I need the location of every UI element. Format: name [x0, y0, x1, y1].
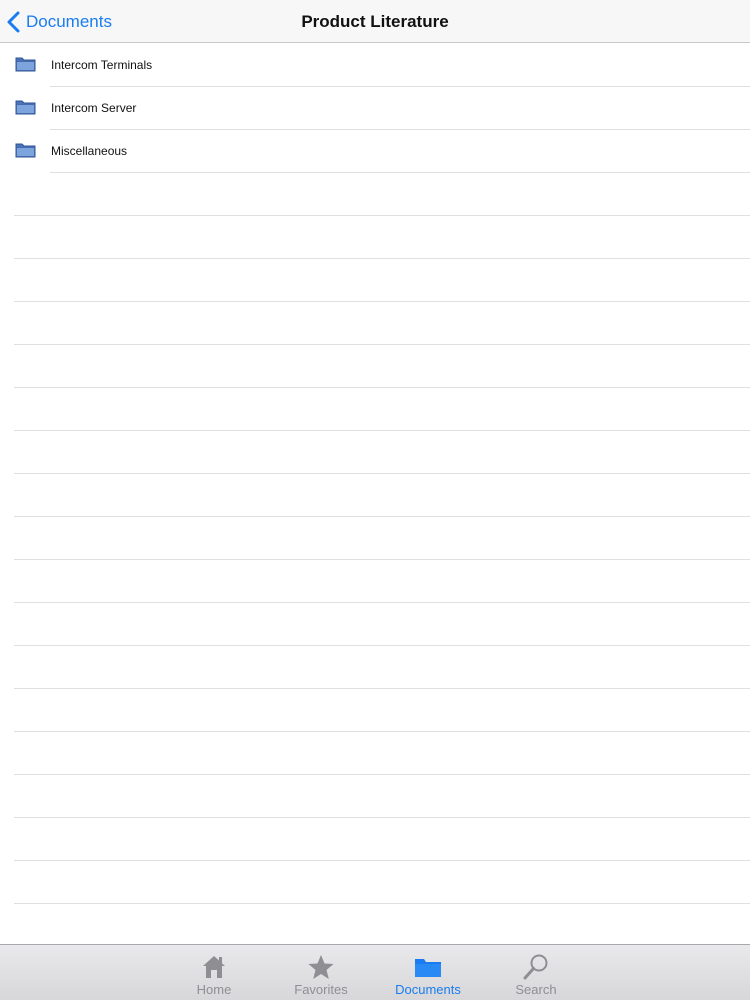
- empty-row: [0, 861, 750, 904]
- empty-row: [0, 474, 750, 517]
- empty-row: [0, 818, 750, 861]
- list-item-intercom-terminals[interactable]: Intercom Terminals: [0, 44, 750, 87]
- empty-row: [0, 302, 750, 345]
- list-item-intercom-server[interactable]: Intercom Server: [0, 87, 750, 130]
- empty-row: [0, 388, 750, 431]
- empty-row: [0, 259, 750, 302]
- tab-label: Documents: [395, 982, 461, 997]
- folder-icon: [415, 959, 441, 977]
- empty-row: [0, 216, 750, 259]
- list-item-label: Intercom Server: [51, 101, 137, 115]
- empty-row: [0, 431, 750, 474]
- folder-icon: [15, 57, 36, 72]
- tab-label: Favorites: [294, 982, 348, 997]
- folder-icon: [15, 100, 36, 115]
- empty-row: [0, 560, 750, 603]
- empty-row: [0, 345, 750, 388]
- tab-home[interactable]: Home: [164, 945, 264, 1000]
- empty-row: [0, 689, 750, 732]
- list-item-miscellaneous[interactable]: Miscellaneous: [0, 130, 750, 173]
- empty-row: [0, 173, 750, 216]
- tab-favorites[interactable]: Favorites: [271, 945, 371, 1000]
- empty-row: [0, 603, 750, 646]
- tab-label: Home: [196, 982, 232, 997]
- back-button-label: Documents: [26, 12, 112, 31]
- empty-row: [0, 732, 750, 775]
- chevron-left-icon: [7, 11, 20, 32]
- empty-row: [0, 904, 750, 944]
- empty-row: [0, 775, 750, 818]
- tab-bar: Home Favorites Documents Search: [0, 944, 750, 1000]
- search-icon: [523, 954, 548, 980]
- page-title: Product Literature: [301, 12, 449, 31]
- home-icon: [203, 956, 225, 978]
- folder-icon: [15, 143, 36, 158]
- app-window: Documents Product Literature Intercom Te…: [0, 0, 750, 1000]
- navigation-bar: Documents Product Literature: [0, 0, 750, 43]
- empty-row: [0, 646, 750, 689]
- tab-label: Search: [515, 982, 557, 997]
- back-button[interactable]: Documents: [6, 0, 112, 43]
- list-item-label: Intercom Terminals: [51, 58, 153, 72]
- star-icon: [308, 955, 334, 979]
- empty-row: [0, 517, 750, 560]
- list-item-label: Miscellaneous: [51, 144, 128, 158]
- document-list: Intercom Terminals Intercom Server Misce…: [0, 44, 750, 944]
- tab-documents[interactable]: Documents: [378, 945, 478, 1000]
- tab-search[interactable]: Search: [486, 945, 586, 1000]
